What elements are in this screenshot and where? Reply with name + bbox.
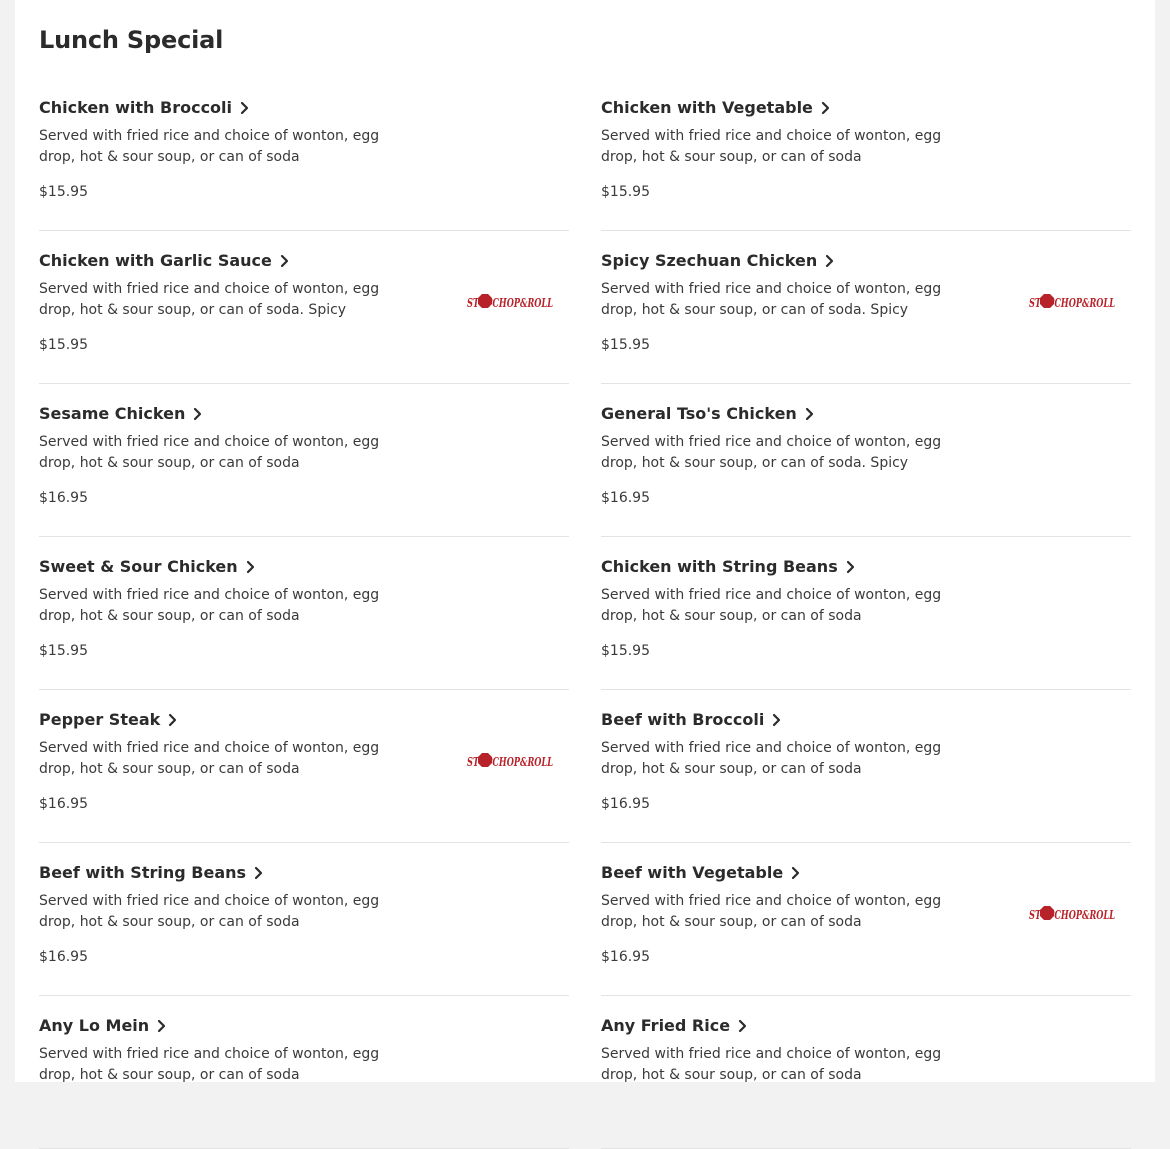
menu-item-description: Served with fried rice and choice of won…	[39, 1046, 380, 1083]
menu-item-price: $16.95	[39, 796, 88, 812]
logo-text: STOPCHOP&ROLL	[1029, 908, 1115, 922]
chevron-right-icon	[254, 866, 263, 879]
chevron-right-icon	[158, 1019, 166, 1032]
menu-item-header[interactable]: Chicken with Vegetable	[601, 98, 830, 117]
menu-item-header[interactable]: Beef with String Beans	[39, 863, 263, 882]
logo-text: STOPCHOP&ROLL	[467, 296, 553, 310]
menu-item-name: Sesame Chicken	[39, 404, 186, 423]
restaurant-logo-thumbnail[interactable]: STOPCHOP&ROLL	[467, 289, 553, 315]
menu-item[interactable]: Sesame Chicken Served with fried rice and…	[39, 384, 569, 537]
menu-item-description: Served with fried rice and choice of won…	[39, 587, 380, 624]
menu-item-header[interactable]: Sesame Chicken	[39, 404, 202, 423]
menu-item-price: $15.95	[601, 643, 650, 659]
menu-item-price: $16.95	[601, 949, 650, 965]
menu-item-name: Beef with Vegetable	[601, 863, 784, 882]
menu-item-name: Beef with Broccoli	[601, 710, 765, 729]
menu-item-header[interactable]: Any Fried Rice	[601, 1016, 747, 1035]
menu-item-grid: Chicken with Broccoli Served with fried r…	[39, 78, 1131, 1149]
menu-item-description: Served with fried rice and choice of won…	[39, 281, 380, 318]
menu-item[interactable]: Any Fried Rice Served with fried rice and…	[601, 996, 1131, 1149]
menu-item-description: Served with fried rice and choice of won…	[601, 587, 942, 624]
chevron-right-icon	[240, 101, 249, 114]
menu-item-price: $15.95	[601, 337, 650, 353]
menu-item-description: Served with fried rice and choice of won…	[601, 434, 942, 471]
menu-item-price: $15.95	[39, 643, 88, 659]
menu-item-description: Served with fried rice and choice of won…	[39, 740, 380, 777]
menu-item[interactable]: General Tso's Chicken Served with fried r…	[601, 384, 1131, 537]
menu-item-price: $15.95	[39, 184, 88, 200]
menu-item[interactable]: Chicken with String Beans Served with fri…	[601, 537, 1131, 690]
menu-item-price: $16.95	[39, 949, 88, 965]
menu-item-description: Served with fried rice and choice of won…	[601, 281, 942, 318]
menu-item-name: Chicken with Broccoli	[39, 98, 233, 117]
menu-item-name: Any Lo Mein	[39, 1016, 150, 1035]
menu-item[interactable]: Beef with Vegetable Served with fried ric…	[601, 843, 1131, 996]
menu-item-header[interactable]: Chicken with Broccoli	[39, 98, 249, 117]
menu-item-description: Served with fried rice and choice of won…	[601, 1046, 942, 1083]
chevron-right-icon	[821, 101, 830, 114]
menu-item-name: Chicken with Vegetable	[601, 98, 813, 117]
menu-item-name: General Tso's Chicken	[601, 404, 797, 423]
menu-item-name: Any Fried Rice	[601, 1016, 731, 1035]
menu-item-price: $16.95	[601, 796, 650, 812]
menu-item[interactable]: Sweet & Sour Chicken Served with fried ri…	[39, 537, 569, 690]
menu-item[interactable]: Chicken with Broccoli Served with fried r…	[39, 78, 569, 231]
chevron-right-icon	[280, 254, 288, 267]
menu-item-price: $15.95	[39, 337, 88, 353]
menu-panel: Lunch Special Chicken with Broccoli Serve…	[15, 0, 1155, 1149]
menu-item[interactable]: Chicken with Vegetable Served with fried …	[601, 78, 1131, 231]
menu-item[interactable]: Any Lo Mein Served with fried rice and ch…	[39, 996, 569, 1149]
restaurant-logo-thumbnail[interactable]: STOPCHOP&ROLL	[1029, 289, 1115, 315]
chevron-right-icon	[805, 407, 813, 420]
logo-text: STOPCHOP&ROLL	[1029, 296, 1115, 310]
menu-item-header[interactable]: Chicken with String Beans	[601, 557, 855, 576]
menu-item-header[interactable]: Beef with Broccoli	[601, 710, 781, 729]
menu-item-name: Spicy Szechuan Chicken	[601, 251, 818, 270]
chevron-right-icon	[738, 1019, 747, 1032]
menu-item-header[interactable]: Spicy Szechuan Chicken	[601, 251, 834, 270]
menu-item-header[interactable]: Pepper Steak	[39, 710, 177, 729]
section-title: Lunch Special	[39, 26, 224, 54]
logo-text: STOPCHOP&ROLL	[467, 755, 553, 769]
chevron-right-icon	[194, 407, 202, 420]
menu-item-description: Served with fried rice and choice of won…	[601, 740, 942, 777]
menu-item-name: Chicken with String Beans	[601, 557, 838, 576]
menu-item-header[interactable]: Chicken with Garlic Sauce	[39, 251, 289, 270]
chevron-right-icon	[169, 713, 177, 726]
menu-item-name: Sweet & Sour Chicken	[39, 557, 238, 576]
restaurant-logo-thumbnail[interactable]: STOPCHOP&ROLL	[1029, 901, 1115, 927]
menu-item-description: Served with fried rice and choice of won…	[601, 893, 942, 930]
menu-item-price: $16.95	[601, 490, 650, 506]
menu-item[interactable]: Beef with Broccoli Served with fried rice…	[601, 690, 1131, 843]
menu-item[interactable]: Beef with String Beans Served with fried …	[39, 843, 569, 996]
menu-item-name: Pepper Steak	[39, 710, 161, 729]
chevron-right-icon	[826, 254, 834, 267]
menu-item-description: Served with fried rice and choice of won…	[39, 434, 380, 471]
menu-item-header[interactable]: Sweet & Sour Chicken	[39, 557, 255, 576]
menu-item[interactable]: Spicy Szechuan Chicken Served with fried …	[601, 231, 1131, 384]
menu-item[interactable]: Pepper Steak Served with fried rice and c…	[39, 690, 569, 843]
menu-item-header[interactable]: Beef with Vegetable	[601, 863, 800, 882]
menu-item-description: Served with fried rice and choice of won…	[39, 893, 380, 930]
menu-item-description: Served with fried rice and choice of won…	[601, 128, 942, 165]
chevron-right-icon	[846, 560, 854, 573]
chevron-right-icon	[246, 560, 254, 573]
menu-item-header[interactable]: General Tso's Chicken	[601, 404, 814, 423]
menu-item-header[interactable]: Any Lo Mein	[39, 1016, 166, 1035]
menu-item-name: Beef with String Beans	[39, 863, 247, 882]
menu-item-price: $16.95	[39, 490, 88, 506]
chevron-right-icon	[792, 866, 800, 879]
chevron-right-icon	[773, 713, 781, 726]
menu-item-name: Chicken with Garlic Sauce	[39, 251, 272, 270]
menu-item[interactable]: Chicken with Garlic Sauce Served with fri…	[39, 231, 569, 384]
menu-item-price: $15.95	[601, 184, 650, 200]
menu-item-description: Served with fried rice and choice of won…	[39, 128, 380, 165]
restaurant-logo-thumbnail[interactable]: STOPCHOP&ROLL	[467, 748, 553, 774]
